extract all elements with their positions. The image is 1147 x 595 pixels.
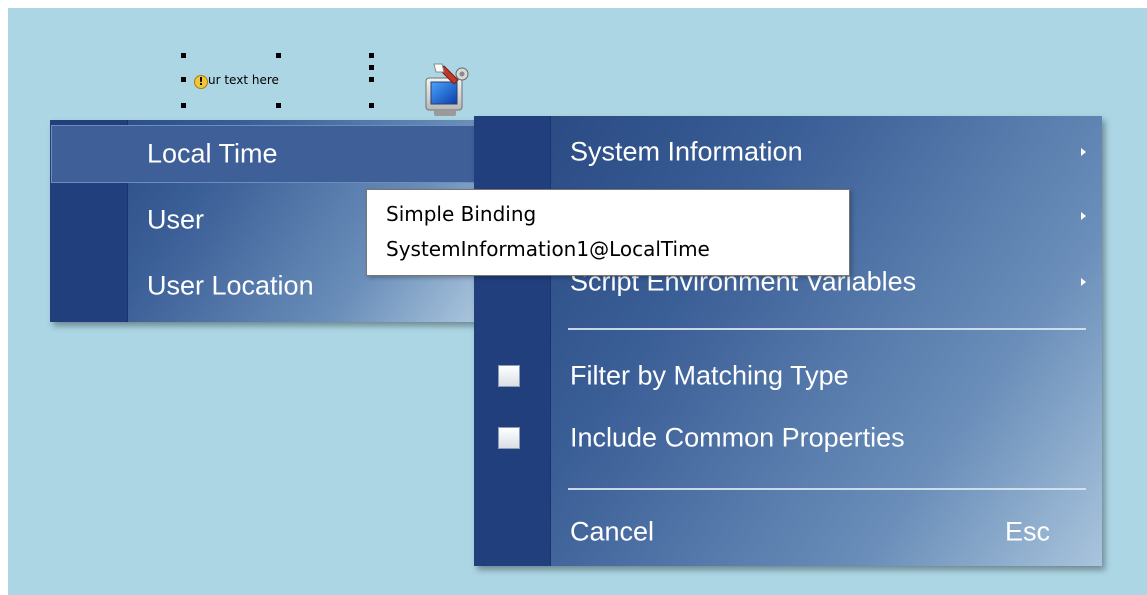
binding-tooltip: Simple Binding SystemInformation1@LocalT… xyxy=(366,189,850,276)
filter-checkbox[interactable] xyxy=(498,365,520,387)
selection-handle-middle-right[interactable] xyxy=(369,77,374,82)
menu-item-label: System Information xyxy=(570,136,803,167)
selection-handle-right-upper[interactable] xyxy=(369,65,374,70)
tooltip-binding-path: SystemInformation1@LocalTime xyxy=(386,237,710,261)
selection-handle-bottom-right[interactable] xyxy=(369,103,374,108)
submenu-item-label: User Location xyxy=(147,270,314,301)
computer-with-tools-icon[interactable] xyxy=(420,60,476,118)
submenu-item-label: Local Time xyxy=(147,138,278,169)
menu-separator xyxy=(568,328,1086,330)
submenu-arrow-icon xyxy=(1081,148,1086,156)
selection-handle-bottom-left[interactable] xyxy=(181,103,186,108)
cancel-shortcut: Esc xyxy=(1004,516,1050,547)
submenu-arrow-icon xyxy=(1081,212,1086,220)
include-common-checkbox[interactable] xyxy=(498,427,520,449)
submenu-item-label: User xyxy=(147,204,205,235)
menu-separator xyxy=(568,488,1086,490)
selection-handle-top-right[interactable] xyxy=(369,53,374,58)
selection-handle-top-left[interactable] xyxy=(181,53,186,58)
warning-icon: ! xyxy=(194,75,208,89)
selection-handle-bottom-center[interactable] xyxy=(276,103,281,108)
menu-item-include-common-properties[interactable]: Include Common Properties xyxy=(474,408,1102,468)
selection-handle-middle-left[interactable] xyxy=(181,77,186,82)
submenu-arrow-icon xyxy=(1081,278,1086,286)
submenu-item-local-time[interactable]: Local Time xyxy=(50,126,475,182)
context-menu-gutter xyxy=(474,116,551,566)
menu-item-filter-by-matching-type[interactable]: Filter by Matching Type xyxy=(474,346,1102,406)
text-object-label: ur text here xyxy=(208,73,279,87)
menu-item-system-information[interactable]: System Information xyxy=(474,122,1102,182)
selection-handle-top-center[interactable] xyxy=(276,53,281,58)
menu-item-label: Filter by Matching Type xyxy=(570,360,849,391)
menu-item-label: Cancel xyxy=(570,516,655,547)
menu-item-cancel[interactable]: Cancel Esc xyxy=(474,502,1102,562)
binding-context-menu: System Information Script Environment Va… xyxy=(474,116,1102,566)
menu-item-label: Include Common Properties xyxy=(570,422,905,453)
tooltip-title: Simple Binding xyxy=(386,202,537,226)
